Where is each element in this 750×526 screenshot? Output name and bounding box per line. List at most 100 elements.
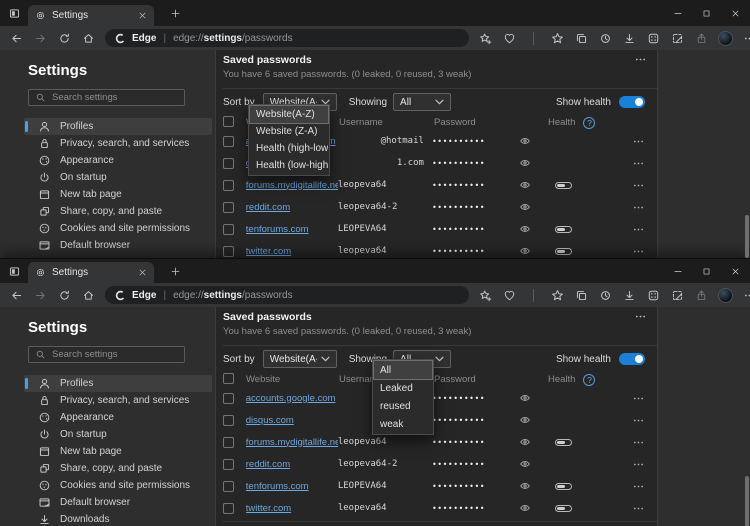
home-icon[interactable] bbox=[77, 285, 100, 305]
apps-icon[interactable] bbox=[642, 28, 665, 48]
tab-actions-icon[interactable] bbox=[0, 265, 28, 278]
minimize-icon[interactable] bbox=[663, 259, 692, 283]
sidebar-item[interactable]: Share, copy, and paste bbox=[24, 460, 212, 477]
profile-avatar[interactable] bbox=[714, 28, 737, 48]
web-capture-icon[interactable] bbox=[666, 28, 689, 48]
web-capture-icon[interactable] bbox=[666, 285, 689, 305]
website-link[interactable]: tenforums.com bbox=[246, 481, 309, 492]
more-icon[interactable] bbox=[632, 392, 657, 405]
eye-icon[interactable] bbox=[519, 245, 545, 257]
row-checkbox[interactable] bbox=[223, 481, 234, 492]
collections-icon[interactable] bbox=[570, 28, 593, 48]
favorite-add-icon[interactable] bbox=[474, 28, 497, 48]
sidebar-item[interactable]: Appearance bbox=[24, 409, 212, 426]
website-link[interactable]: twitter.com bbox=[246, 246, 291, 257]
dropdown-option[interactable]: Health (low-high) bbox=[250, 157, 328, 174]
sidebar-item[interactable]: New tab page bbox=[24, 443, 212, 460]
favorites-icon[interactable] bbox=[546, 28, 569, 48]
select-all-checkbox[interactable] bbox=[223, 116, 234, 127]
more-icon[interactable] bbox=[632, 179, 657, 192]
row-checkbox[interactable] bbox=[223, 415, 234, 426]
website-link[interactable]: disqus.com bbox=[246, 415, 294, 426]
plus-icon[interactable] bbox=[164, 3, 187, 23]
forward-icon[interactable] bbox=[29, 28, 52, 48]
dropdown-option[interactable]: Health (high-low) bbox=[250, 140, 328, 157]
maximize-icon[interactable] bbox=[692, 0, 721, 26]
refresh-icon[interactable] bbox=[53, 285, 76, 305]
browser-tab[interactable]: Settings bbox=[28, 262, 154, 283]
sidebar-item[interactable]: Privacy, search, and services bbox=[24, 392, 212, 409]
browser-essentials-icon[interactable] bbox=[498, 285, 521, 305]
maximize-icon[interactable] bbox=[692, 259, 721, 283]
refresh-icon[interactable] bbox=[53, 28, 76, 48]
search-settings-box[interactable] bbox=[28, 346, 185, 363]
row-checkbox[interactable] bbox=[223, 136, 234, 147]
favorites-icon[interactable] bbox=[546, 285, 569, 305]
dropdown-option[interactable]: Website(A-Z) bbox=[250, 106, 328, 123]
dropdown-option[interactable]: All bbox=[374, 361, 432, 379]
website-link[interactable]: reddit.com bbox=[246, 459, 290, 470]
sidebar-item[interactable]: Cookies and site permissions bbox=[24, 477, 212, 494]
row-checkbox[interactable] bbox=[223, 158, 234, 169]
forward-icon[interactable] bbox=[29, 285, 52, 305]
more-icon[interactable] bbox=[632, 502, 657, 515]
eye-icon[interactable] bbox=[519, 480, 545, 492]
scrollbar-thumb[interactable] bbox=[745, 476, 749, 526]
search-settings-input[interactable] bbox=[52, 92, 178, 103]
home-icon[interactable] bbox=[77, 28, 100, 48]
toolbar-divider[interactable] bbox=[522, 28, 545, 48]
sidebar-item[interactable]: Downloads bbox=[24, 511, 212, 526]
eye-icon[interactable] bbox=[519, 179, 545, 191]
health-info-icon[interactable]: ? bbox=[583, 117, 595, 129]
more-icon[interactable] bbox=[632, 135, 657, 148]
more-icon[interactable] bbox=[632, 201, 657, 214]
website-link[interactable]: twitter.com bbox=[246, 503, 291, 514]
sidebar-item[interactable]: Appearance bbox=[24, 152, 212, 169]
more-icon[interactable] bbox=[632, 458, 657, 471]
more-icon[interactable] bbox=[738, 285, 750, 305]
website-link[interactable]: forums.mydigitallife.net bbox=[246, 437, 338, 448]
back-icon[interactable] bbox=[5, 285, 28, 305]
collections-icon[interactable] bbox=[570, 285, 593, 305]
website-link[interactable]: accounts.google.com bbox=[246, 393, 336, 404]
select-all-checkbox[interactable] bbox=[223, 373, 234, 384]
health-info-icon[interactable]: ? bbox=[583, 374, 595, 386]
address-bar[interactable]: Edge | edge://settings/passwords bbox=[105, 286, 469, 304]
sidebar-item[interactable]: Default browser bbox=[24, 494, 212, 511]
eye-icon[interactable] bbox=[519, 392, 545, 404]
close-icon[interactable] bbox=[721, 259, 750, 283]
dropdown-option[interactable]: Leaked bbox=[374, 379, 432, 397]
downloads-icon[interactable] bbox=[618, 285, 641, 305]
row-checkbox[interactable] bbox=[223, 503, 234, 514]
eye-icon[interactable] bbox=[519, 157, 545, 169]
sidebar-item[interactable]: Privacy, search, and services bbox=[24, 135, 212, 152]
sidebar-item[interactable]: Profiles bbox=[24, 118, 212, 135]
sidebar-item[interactable]: Default browser bbox=[24, 237, 212, 254]
row-checkbox[interactable] bbox=[223, 180, 234, 191]
eye-icon[interactable] bbox=[519, 223, 545, 235]
sidebar-item[interactable]: Share, copy, and paste bbox=[24, 203, 212, 220]
more-icon[interactable] bbox=[632, 245, 657, 258]
search-settings-input[interactable] bbox=[52, 349, 178, 360]
more-icon[interactable] bbox=[634, 53, 647, 66]
browser-essentials-icon[interactable] bbox=[498, 28, 521, 48]
close-icon[interactable] bbox=[721, 0, 750, 26]
showing-select[interactable]: All bbox=[393, 93, 451, 111]
back-icon[interactable] bbox=[5, 28, 28, 48]
tab-actions-icon[interactable] bbox=[0, 7, 28, 20]
show-health-toggle[interactable] bbox=[619, 353, 645, 365]
scrollbar-thumb[interactable] bbox=[745, 215, 749, 258]
sort-select[interactable]: Website(A-Z) bbox=[263, 350, 337, 368]
history-icon[interactable] bbox=[594, 285, 617, 305]
row-checkbox[interactable] bbox=[223, 202, 234, 213]
sidebar-item[interactable]: Cookies and site permissions bbox=[24, 220, 212, 237]
history-icon[interactable] bbox=[594, 28, 617, 48]
close-icon[interactable] bbox=[138, 268, 147, 277]
address-bar[interactable]: Edge | edge://settings/passwords bbox=[105, 29, 469, 47]
favorite-add-icon[interactable] bbox=[474, 285, 497, 305]
website-link[interactable]: tenforums.com bbox=[246, 224, 309, 235]
more-icon[interactable] bbox=[632, 223, 657, 236]
eye-icon[interactable] bbox=[519, 502, 545, 514]
website-link[interactable]: forums.mydigitallife.net bbox=[246, 180, 338, 191]
row-checkbox[interactable] bbox=[223, 393, 234, 404]
